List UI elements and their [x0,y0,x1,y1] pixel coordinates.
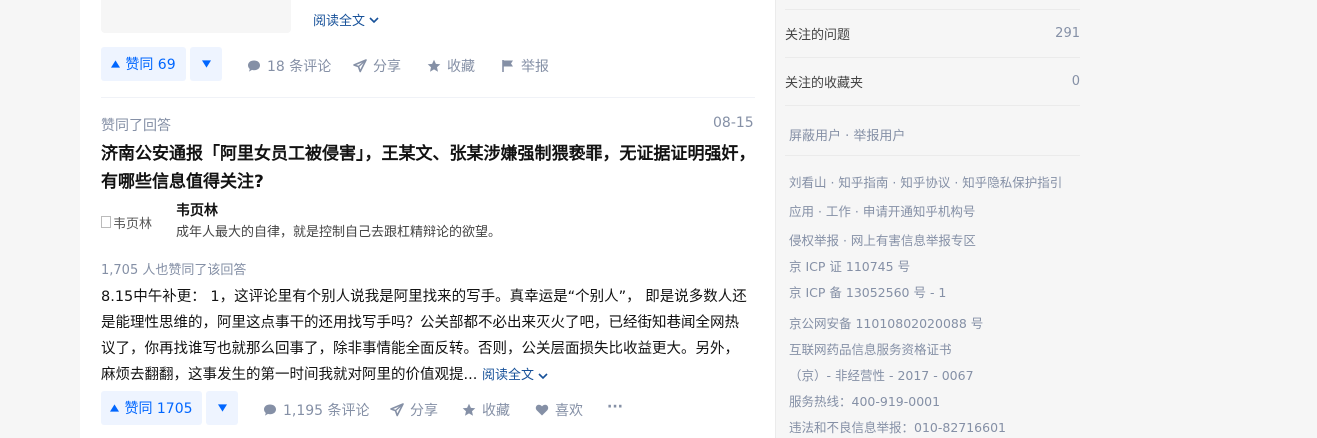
comments-label: 18 条评论 [267,59,332,75]
drug-info-number: （京）- 非经营性 - 2017 - 0067 [789,368,974,383]
upvote-button[interactable]: 赞同 69 [101,47,186,81]
read-more-label: 阅读全文 [313,14,366,29]
share-label: 分享 [373,59,401,75]
share-icon [353,59,367,73]
question-title[interactable]: 济南公安通报「阿里女员工被侵害」，王某文、张某涉嫌强制猥亵罪，无证据证明强奸，有… [101,140,761,196]
flag-icon [502,60,513,72]
collect-button[interactable]: 收藏 [462,400,510,420]
share-button[interactable]: 分享 [353,56,401,76]
more-label: ··· [607,399,623,415]
more-button[interactable]: ··· [607,399,623,415]
followed-questions-count: 291 [1055,26,1080,41]
chevron-down-icon [369,16,379,23]
sidebar: 关注的问题 291 关注的收藏夹 0 屏蔽用户 · 举报用户 刘看山 · 知乎指… [785,0,1080,438]
comments-button[interactable]: 18 条评论 [247,56,331,76]
triangle-up-icon [111,60,121,68]
upvote-label: 赞同 69 [125,57,176,73]
sidebar-item-followed-questions[interactable]: 关注的问题 291 [785,10,1080,58]
collect-label: 收藏 [482,403,510,419]
illegal-report-line: 违法和不良信息举报：010-82716601 [789,420,1006,435]
read-more-link[interactable]: 阅读全文 [482,363,548,389]
report-button[interactable]: 举报 [501,56,549,76]
feed-card: 阅读全文 赞同 69 18 条评论 分享 收藏 举报 赞同了回答 08-15 济… [80,0,776,438]
star-icon [427,59,441,72]
report-user-link[interactable]: 举报用户 [853,129,905,144]
triangle-down-icon [201,60,211,68]
avatar-alt-text: 韦页林 [113,216,153,232]
drug-info-cert[interactable]: 互联网药品信息服务资格证书 [789,339,952,358]
collect-label: 收藏 [447,59,475,75]
upvote-button[interactable]: 赞同 1705 [101,391,202,425]
footer-links-3[interactable]: 侵权举报 · 网上有害信息举报专区 [789,230,976,249]
downvote-button[interactable] [190,47,222,81]
author-headline: 成年人最大的自律，就是控制自己去跟杠精辩论的欲望。 [176,225,502,240]
block-user-link[interactable]: 屏蔽用户 [789,129,841,144]
followed-collections-count: 0 [1071,74,1080,89]
icp-record[interactable]: 京 ICP 备 13052560 号 - 1 [789,282,946,301]
share-label: 分享 [410,403,438,419]
answer-excerpt-text: 8.15中午补更： 1，这评论里有个别人说我是阿里找来的写手。真幸运是“个别人”… [101,289,747,383]
feed-divider [101,97,755,98]
upvote-summary: 1,705 人也赞同了该回答 [101,263,247,278]
broken-image-icon [101,216,111,228]
police-record[interactable]: 京公网安备 11010802020088 号 [789,313,983,332]
comment-icon [248,60,260,72]
sidebar-item-followed-collections[interactable]: 关注的收藏夹 0 [785,58,1080,106]
comments-button[interactable]: 1,195 条评论 [263,400,370,420]
heart-icon [535,404,549,416]
answer-excerpt[interactable]: 8.15中午补更： 1，这评论里有个别人说我是阿里找来的写手。真幸运是“个别人”… [101,284,751,389]
comments-label: 1,195 条评论 [283,403,370,419]
read-more-label: 阅读全文 [481,368,534,383]
followed-collections-label: 关注的收藏夹 [785,76,864,91]
share-button[interactable]: 分享 [390,400,438,420]
triangle-up-icon [110,404,120,412]
sidebar-divider [785,155,1080,156]
collect-button[interactable]: 收藏 [427,56,475,76]
like-label: 喜欢 [555,403,583,419]
read-more-link[interactable]: 阅读全文 [313,10,379,29]
share-icon [390,403,404,417]
activity-label: 赞同了回答 [101,118,171,134]
like-button[interactable]: 喜欢 [535,400,583,420]
star-icon [462,403,476,416]
downvote-button[interactable] [206,391,238,425]
author-name[interactable]: 韦页林 [176,200,218,220]
service-hotline: 服务热线：400-919-0001 [789,394,941,409]
icp-license[interactable]: 京 ICP 证 110745 号 [789,256,910,275]
report-label: 举报 [521,59,549,75]
footer-links-2[interactable]: 应用 · 工作 · 申请开通知乎机构号 [789,201,975,220]
avatar[interactable]: 韦页林 [101,210,163,234]
answer-image-placeholder [101,0,291,33]
chevron-down-icon [538,373,548,380]
footer-links-1[interactable]: 刘看山 · 知乎指南 · 知乎协议 · 知乎隐私保护指引 [789,172,1062,191]
triangle-down-icon [217,404,227,412]
user-actions: 屏蔽用户 · 举报用户 [789,129,906,144]
upvote-label: 赞同 1705 [124,401,193,417]
activity-date: 08-15 [713,115,754,131]
comment-icon [264,404,276,416]
followed-questions-label: 关注的问题 [785,28,851,43]
